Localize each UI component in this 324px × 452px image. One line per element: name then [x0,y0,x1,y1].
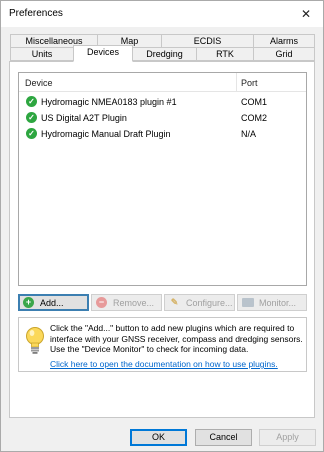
add-icon: + [23,297,34,308]
tab-label: ECDIS [193,36,222,46]
device-list[interactable]: Device Port ✓ Hydromagic NMEA0183 plugin… [18,72,307,286]
device-port: COM1 [241,97,268,107]
device-name: Hydromagic Manual Draft Plugin [41,129,171,139]
remove-button-label: Remove... [113,298,155,308]
tab-alarms[interactable]: Alarms [253,34,315,48]
device-row[interactable]: ✓ US Digital A2T Plugin COM2 [19,110,306,126]
tab-label: RTK [216,49,234,59]
add-button-label: Add... [40,298,64,308]
info-box: Click the "Add..." button to add new plu… [18,317,307,372]
tab-label: Units [31,49,53,59]
remove-button[interactable]: − Remove... [91,294,162,311]
monitor-button[interactable]: Monitor... [237,294,307,311]
tab-label: Dredging [146,49,183,59]
tab-rtk[interactable]: RTK [196,47,254,61]
check-circle-icon: ✓ [26,112,37,123]
check-circle-icon: ✓ [26,96,37,107]
column-header-port[interactable]: Port [241,78,258,88]
close-button[interactable]: ✕ [291,1,321,27]
documentation-link[interactable]: Click here to open the documentation on … [50,359,278,369]
preferences-window: Preferences ✕ Miscellaneous Map ECDIS Al… [0,0,324,452]
tab-units[interactable]: Units [10,47,74,61]
remove-icon: − [96,297,107,308]
window-title: Preferences [9,8,63,19]
check-circle-icon: ✓ [26,128,37,139]
pencil-icon: ✎ [170,297,179,307]
tab-dredging[interactable]: Dredging [132,47,197,61]
add-button[interactable]: + Add... [18,294,89,311]
monitor-button-label: Monitor... [259,298,297,308]
tab-label: Grid [275,49,293,59]
list-header: Device Port [19,73,306,92]
device-row[interactable]: ✓ Hydromagic Manual Draft Plugin N/A [19,126,306,142]
configure-button[interactable]: ✎ Configure... [164,294,235,311]
tab-ecdis[interactable]: ECDIS [161,34,254,48]
device-port: N/A [241,129,257,139]
device-name: Hydromagic NMEA0183 plugin #1 [41,97,177,107]
tab-devices[interactable]: Devices [73,45,133,62]
device-port: COM2 [241,113,268,123]
tab-label: Devices [86,47,119,57]
device-row[interactable]: ✓ Hydromagic NMEA0183 plugin #1 COM1 [19,94,306,110]
tab-label: Alarms [269,36,298,46]
apply-button[interactable]: Apply [259,429,316,446]
configure-button-label: Configure... [186,298,233,308]
title-bar: Preferences ✕ [1,1,323,27]
column-divider[interactable] [236,73,237,92]
ok-button[interactable]: OK [130,429,187,446]
cancel-button[interactable]: Cancel [195,429,252,446]
column-header-device[interactable]: Device [25,78,53,88]
monitor-icon [242,298,254,307]
info-text: Click the "Add..." button to add new plu… [50,323,303,354]
tab-grid[interactable]: Grid [253,47,315,61]
lightbulb-icon [26,327,44,354]
device-name: US Digital A2T Plugin [41,113,127,123]
